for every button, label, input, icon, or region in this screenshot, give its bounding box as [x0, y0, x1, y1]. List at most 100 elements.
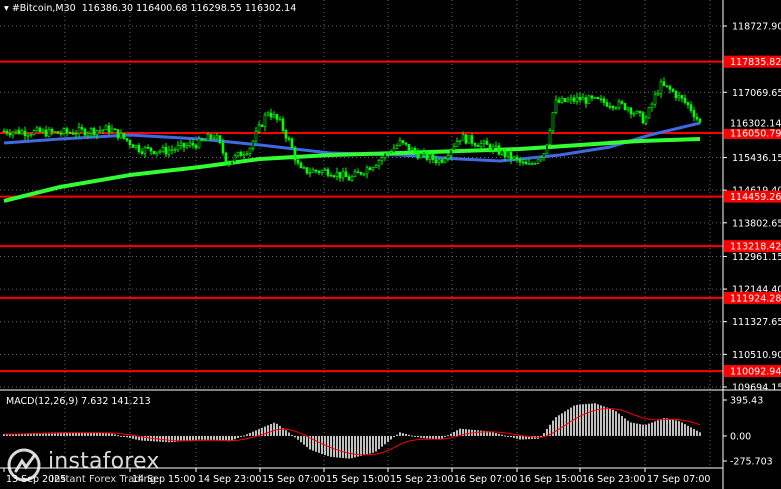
macd-bar [207, 435, 209, 441]
macd-bar [351, 435, 353, 459]
price-tick-label: 118727.90 [732, 22, 781, 33]
macd-bar [621, 416, 623, 436]
candle-body [233, 155, 237, 162]
candle-body [467, 135, 471, 144]
macd-bar [120, 435, 122, 437]
candle-body [143, 146, 147, 154]
logo-tagline: Instant Forex Trading [51, 474, 157, 485]
candle-body [641, 112, 645, 124]
macd-bar [630, 422, 632, 436]
macd-bar [687, 425, 689, 436]
macd-bar [357, 435, 359, 457]
candle-body [614, 107, 618, 110]
candle-body [596, 97, 600, 100]
candle-body [644, 117, 648, 124]
macd-bar [660, 419, 662, 436]
candle-body [107, 125, 111, 133]
candle-body [89, 128, 93, 134]
current-price-text: 116302.14 [730, 118, 781, 129]
candle-body [281, 118, 285, 131]
candle-body [95, 130, 99, 135]
macd-bar [186, 435, 188, 441]
macd-bar [624, 418, 626, 436]
candle-body [200, 138, 204, 141]
macd-bar [285, 430, 287, 436]
candle-body [617, 101, 621, 109]
candle-body [632, 112, 636, 115]
candle-body [335, 171, 339, 177]
candle-body [395, 145, 399, 149]
candle-body [323, 169, 327, 171]
macd-bar [543, 433, 545, 436]
candle-body [110, 128, 114, 133]
candle-body [266, 112, 270, 116]
candle-body [32, 130, 36, 136]
candle-body [170, 149, 174, 152]
macd-bar [240, 435, 242, 437]
candle-body [380, 157, 384, 161]
macd-bar [579, 404, 581, 436]
macd-bar [420, 435, 422, 438]
candle-body [35, 127, 39, 131]
macd-bar [561, 413, 563, 436]
candle-body [125, 138, 129, 141]
candle-body [140, 151, 144, 154]
candle-body [224, 152, 228, 163]
candle-body [26, 134, 30, 137]
candle-body [305, 167, 309, 174]
candle-body [623, 103, 627, 110]
macd-tick-label: -275.703 [730, 457, 773, 468]
macd-bar [576, 404, 578, 436]
candle-body [533, 163, 537, 165]
macd-bar [582, 404, 584, 436]
candle-body [263, 114, 267, 127]
candle-body [389, 152, 393, 154]
macd-bar [666, 418, 668, 436]
candle-body [341, 171, 345, 179]
candle-body [527, 163, 531, 165]
candle-body [530, 163, 534, 165]
macd-bar [447, 435, 449, 437]
macd-bar [657, 420, 659, 436]
candle-body [686, 102, 690, 105]
macd-bar [342, 435, 344, 459]
candle-body [254, 131, 258, 142]
candle-body [584, 97, 588, 104]
candle-body [188, 142, 192, 146]
price-tick-label: 110510.90 [732, 350, 781, 361]
candle-body [698, 118, 702, 123]
candle-body [47, 128, 51, 137]
candle-body [5, 130, 9, 134]
macd-bar [396, 434, 398, 436]
dropdown-arrow-icon[interactable]: ▾ [4, 3, 9, 14]
macd-bar [129, 435, 131, 439]
candle-body [338, 171, 342, 179]
macd-bar [636, 423, 638, 436]
candle-body [362, 173, 366, 176]
macd-bar [672, 419, 674, 436]
macd-bar [573, 405, 575, 436]
level-label: 116050.79 [730, 128, 781, 139]
macd-bar [243, 435, 245, 437]
macd-tick-label: 395.43 [730, 396, 763, 407]
macd-bar [330, 435, 332, 457]
macd-bar [210, 435, 212, 441]
trading-chart[interactable]: 118727.90117069.65115436.15114619.401138… [0, 0, 781, 489]
candle-body [542, 153, 546, 158]
candle-body [524, 161, 528, 165]
macd-bar [453, 431, 455, 436]
candle-body [122, 133, 126, 139]
candle-body [593, 97, 597, 99]
macd-bar [393, 435, 395, 438]
macd-bar [387, 435, 389, 442]
macd-bar [105, 433, 107, 436]
candle-body [317, 171, 321, 173]
candle-body [260, 124, 264, 127]
candle-body [272, 114, 276, 118]
candle-body [41, 129, 45, 133]
candle-body [668, 86, 672, 90]
macd-bar [273, 422, 275, 436]
candle-body [566, 99, 570, 102]
candle-body [158, 150, 162, 153]
candle-body [404, 142, 408, 145]
